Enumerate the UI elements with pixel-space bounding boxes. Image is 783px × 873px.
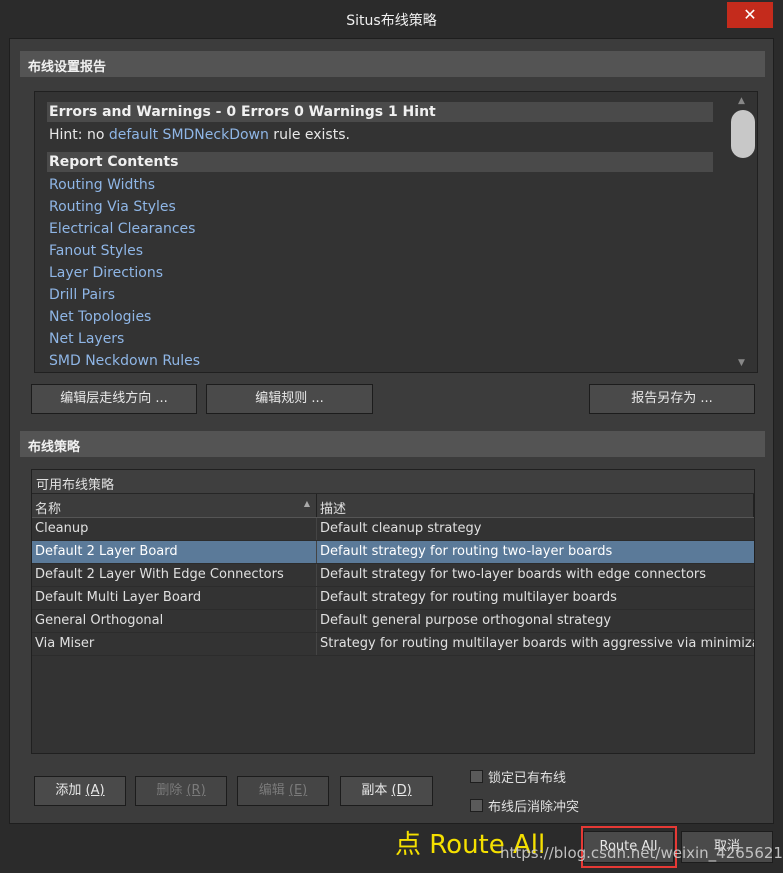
hint-line: Hint: no default SMDNeckDown rule exists… [47,124,713,146]
link-smd-neckdown-rules[interactable]: SMD Neckdown Rules [47,350,713,372]
remove-conflicts-option[interactable]: 布线后消除冲突 [470,795,579,815]
link-fanout-styles[interactable]: Fanout Styles [47,240,713,262]
row-name: General Orthogonal [32,610,317,632]
table-row[interactable]: Default Multi Layer Board Default strate… [32,587,754,610]
edit-layer-directions-button[interactable]: 编辑层走线方向 ... [31,384,197,414]
add-label: 添加 [55,783,82,798]
row-name: Via Miser [32,633,317,655]
column-name-label: 名称 [35,502,62,517]
remove-conflicts-checkbox[interactable] [470,798,483,812]
title-bar: Situs布线策略 ✕ [0,0,783,38]
strategy-section-header: 布线策略 [20,431,765,457]
hint-link[interactable]: default SMDNeckDown [109,127,269,143]
link-routing-via-styles[interactable]: Routing Via Styles [47,196,713,218]
table-row[interactable]: Via Miser Strategy for routing multilaye… [32,633,754,656]
row-description: Default strategy for routing two-layer b… [320,544,613,559]
report-view[interactable]: Errors and Warnings - 0 Errors 0 Warning… [34,91,758,373]
report-scrollbar[interactable]: ▲ ▼ [731,96,755,368]
strategy-table-title: 可用布线策略 [32,470,754,494]
delete-shortcut: (R) [186,783,206,798]
window-title: Situs布线策略 [346,13,437,29]
copy-label: 副本 [361,783,388,798]
strategy-table-header: 名称 ▲ 描述 [32,494,754,518]
hint-prefix: Hint: no [49,127,109,143]
row-description: Strategy for routing multilayer boards w… [320,636,754,651]
row-name: Default 2 Layer With Edge Connectors [32,564,317,586]
link-drill-pairs[interactable]: Drill Pairs [47,284,713,306]
row-description: Default strategy for routing multilayer … [320,590,617,605]
table-row-selected[interactable]: Default 2 Layer Board Default strategy f… [32,541,754,564]
link-layer-directions[interactable]: Layer Directions [47,262,713,284]
copy-shortcut: (D) [391,783,412,798]
save-report-as-button[interactable]: 报告另存为 ... [589,384,755,414]
link-net-layers[interactable]: Net Layers [47,328,713,350]
row-name: Cleanup [32,518,317,540]
lock-existing-checkbox[interactable] [470,769,483,783]
remove-conflicts-label: 布线后消除冲突 [488,799,580,815]
strategy-table: 可用布线策略 名称 ▲ 描述 Cleanup Default cleanup st… [31,469,755,754]
errors-heading: Errors and Warnings - 0 Errors 0 Warning… [47,102,713,122]
edit-shortcut: (E) [288,783,308,798]
edit-rules-button[interactable]: 编辑规则 ... [206,384,373,414]
sort-ascending-icon: ▲ [303,499,310,508]
table-row[interactable]: General Orthogonal Default general purpo… [32,610,754,633]
link-net-topologies[interactable]: Net Topologies [47,306,713,328]
scroll-thumb[interactable] [731,110,755,158]
contents-heading: Report Contents [47,152,713,172]
scroll-up-icon[interactable]: ▲ [738,96,745,106]
watermark: https://blog.csdn.net/weixin_42656213 [500,844,783,862]
row-name: Default 2 Layer Board [32,541,317,563]
delete-label: 删除 [156,783,183,798]
edit-label: 编辑 [258,783,285,798]
scroll-down-icon[interactable]: ▼ [738,358,745,368]
delete-button[interactable]: 删除 (R) [135,776,227,806]
copy-button[interactable]: 副本 (D) [340,776,433,806]
report-section-header: 布线设置报告 [20,51,765,77]
table-row[interactable]: Cleanup Default cleanup strategy [32,518,754,541]
hint-suffix: rule exists. [268,127,350,143]
add-shortcut: (A) [85,783,105,798]
lock-existing-label: 锁定已有布线 [488,770,567,786]
main-panel: 布线设置报告 Errors and Warnings - 0 Errors 0 … [9,38,774,824]
link-routing-widths[interactable]: Routing Widths [47,174,713,196]
table-row[interactable]: Default 2 Layer With Edge Connectors Def… [32,564,754,587]
row-description: Default general purpose orthogonal strat… [320,613,612,628]
link-electrical-clearances[interactable]: Electrical Clearances [47,218,713,240]
lock-existing-option[interactable]: 锁定已有布线 [470,766,566,786]
close-icon: ✕ [743,5,757,24]
edit-button[interactable]: 编辑 (E) [237,776,329,806]
row-description: Default cleanup strategy [320,521,482,536]
row-description: Default strategy for two-layer boards wi… [320,567,707,582]
column-header-description[interactable]: 描述 [317,494,754,517]
column-header-name[interactable]: 名称 ▲ [32,494,317,517]
row-name: Default Multi Layer Board [32,587,317,609]
close-button[interactable]: ✕ [727,2,773,28]
add-button[interactable]: 添加 (A) [34,776,126,806]
